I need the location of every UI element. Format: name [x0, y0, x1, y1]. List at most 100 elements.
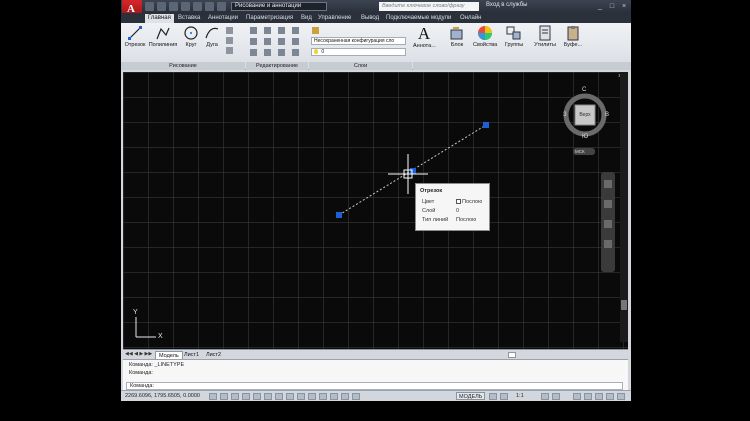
minimize-button[interactable]: _ — [595, 2, 605, 11]
snap-icon[interactable] — [220, 393, 228, 400]
grid-icon[interactable] — [231, 393, 239, 400]
tab-view[interactable]: Вид — [298, 14, 315, 23]
panel-layers-label[interactable]: Слои — [309, 62, 412, 70]
wcs-menu[interactable]: МСК — [575, 149, 585, 154]
3d-osnap-icon[interactable] — [275, 393, 283, 400]
properties-tool[interactable]: Свойства — [473, 25, 497, 48]
trim-icon[interactable] — [278, 27, 285, 34]
open-file-icon[interactable] — [157, 2, 166, 11]
panel-modify-label[interactable]: Редактирование — [246, 62, 308, 70]
tab-nav-arrows-icon[interactable]: ◀◀ ◀ ▶ ▶▶ — [125, 351, 152, 357]
panel-draw-label[interactable]: Рисование — [121, 62, 245, 70]
block-tool[interactable]: Блок — [448, 25, 466, 48]
ortho-icon[interactable] — [242, 393, 250, 400]
ucs-icon — [135, 317, 156, 338]
ducs-icon[interactable] — [297, 393, 305, 400]
offset-icon[interactable] — [292, 49, 299, 56]
search-input[interactable]: Введите ключевое слово/фразу — [379, 2, 479, 11]
line-midpoint-grip[interactable] — [410, 168, 416, 174]
drawing-svg — [135, 72, 628, 342]
mirror-icon[interactable] — [264, 38, 271, 45]
vertical-scroll-thumb[interactable] — [621, 300, 627, 310]
layer-properties-icon[interactable] — [312, 27, 319, 34]
tab-plugins[interactable]: Подключаемые модули — [383, 14, 454, 23]
transparency-icon[interactable] — [330, 393, 338, 400]
plot-icon[interactable] — [193, 2, 202, 11]
annotation-scale[interactable]: 1:1 — [516, 393, 524, 399]
horizontal-scroll-thumb[interactable] — [508, 352, 516, 358]
coordinates-readout: 2269.6096, 1795.6505, 0.0000 — [125, 393, 200, 399]
viewcube-top-face[interactable]: Верх — [577, 112, 593, 118]
viewcube-west[interactable]: З — [563, 112, 567, 118]
selection-cycling-icon[interactable] — [352, 393, 360, 400]
arc-tool[interactable]: Дуга — [203, 25, 221, 48]
tab-model[interactable]: Модель — [155, 351, 183, 359]
utilities-tool[interactable]: Утилиты — [533, 25, 557, 48]
lock-icon[interactable] — [584, 393, 592, 400]
tab-annotate[interactable]: Аннотации — [205, 14, 241, 23]
redo-icon[interactable] — [217, 2, 226, 11]
new-file-icon[interactable] — [145, 2, 154, 11]
signin-link[interactable]: Вход в службы — [486, 2, 528, 8]
infer-constraints-icon[interactable] — [209, 393, 217, 400]
array-icon[interactable] — [278, 49, 285, 56]
polar-icon[interactable] — [253, 393, 261, 400]
viewcube[interactable] — [563, 93, 607, 155]
osnap-icon[interactable] — [264, 393, 272, 400]
navigation-bar[interactable] — [601, 172, 615, 272]
line-end-grip[interactable] — [483, 122, 489, 128]
layer-dropdown[interactable]: 0 — [311, 48, 406, 56]
close-button[interactable]: × — [619, 2, 629, 11]
command-input[interactable]: Команда: — [126, 382, 623, 390]
move-icon[interactable] — [250, 27, 257, 34]
polyline-tool[interactable]: Полилиния — [148, 25, 178, 48]
isolate-objects-icon[interactable] — [606, 393, 614, 400]
viewcube-east[interactable]: В — [605, 112, 609, 118]
clipboard-tool[interactable]: Буфе... — [562, 25, 584, 48]
hatch-icon[interactable] — [226, 37, 233, 44]
erase-icon[interactable] — [292, 27, 299, 34]
undo-icon[interactable] — [205, 2, 214, 11]
annotation-visibility-icon[interactable] — [541, 393, 549, 400]
tab-home[interactable]: Главная — [145, 14, 174, 23]
auto-scale-icon[interactable] — [552, 393, 560, 400]
line-tool[interactable]: Отрезок — [124, 25, 146, 48]
save-icon[interactable] — [169, 2, 178, 11]
tab-sheet2[interactable]: Лист2 — [203, 351, 224, 359]
groups-tool[interactable]: Группы — [503, 25, 525, 48]
explode-icon[interactable] — [292, 38, 299, 45]
otrack-icon[interactable] — [286, 393, 294, 400]
tab-output[interactable]: Вывод — [358, 14, 382, 23]
model-space-toggle[interactable]: МОДЕЛЬ — [456, 392, 486, 400]
tab-sheet1[interactable]: Лист1 — [181, 351, 202, 359]
save-as-icon[interactable] — [181, 2, 190, 11]
tab-insert[interactable]: Вставка — [175, 14, 203, 23]
scale-icon[interactable] — [264, 49, 271, 56]
quick-view-layouts-icon[interactable] — [489, 393, 497, 400]
rectangle-icon[interactable] — [226, 27, 233, 34]
maximize-button[interactable]: □ — [607, 2, 617, 11]
viewcube-north[interactable]: С — [582, 87, 586, 93]
drawing-area[interactable]: × — [123, 72, 628, 349]
workspace-select[interactable]: Рисование и аннотации — [231, 2, 327, 11]
copy-icon[interactable] — [250, 38, 257, 45]
fillet-icon[interactable] — [278, 38, 285, 45]
stretch-icon[interactable] — [250, 49, 257, 56]
layer-state-dropdown[interactable]: Несохраненная конфигурация сло — [311, 37, 406, 45]
tab-online[interactable]: Онлайн — [457, 14, 484, 23]
annotation-tool[interactable]: A Аннота... — [413, 25, 436, 50]
circle-tool[interactable]: Круг — [182, 25, 200, 48]
ellipse-icon[interactable] — [226, 47, 233, 54]
viewcube-south[interactable]: Ю — [582, 134, 588, 140]
clean-screen-icon[interactable] — [617, 393, 625, 400]
tab-parametric[interactable]: Параметризация — [243, 14, 296, 23]
lineweight-icon[interactable] — [319, 393, 327, 400]
workspace-switch-icon[interactable] — [573, 393, 581, 400]
quick-view-drawings-icon[interactable] — [500, 393, 508, 400]
quick-properties-icon[interactable] — [341, 393, 349, 400]
dyn-icon[interactable] — [308, 393, 316, 400]
hardware-acceleration-icon[interactable] — [595, 393, 603, 400]
rotate-icon[interactable] — [264, 27, 271, 34]
line-start-grip[interactable] — [336, 212, 342, 218]
tab-manage[interactable]: Управление — [315, 14, 354, 23]
